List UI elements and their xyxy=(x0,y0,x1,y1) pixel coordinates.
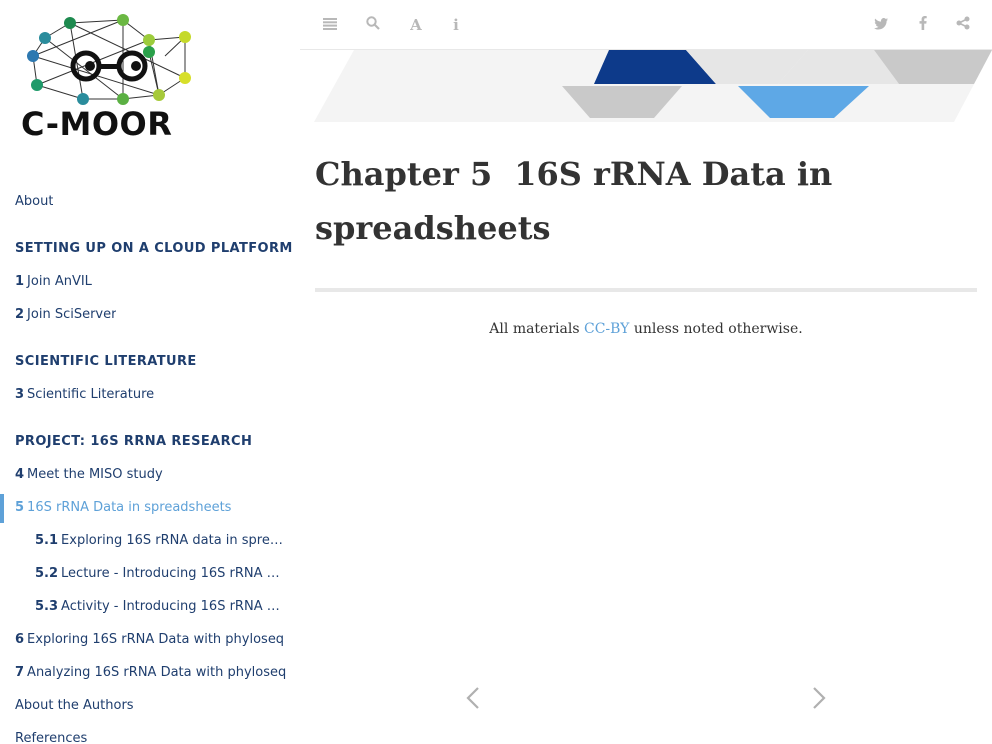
license-prefix: All materials xyxy=(489,321,584,337)
sidebar-item-about-authors[interactable]: About the Authors xyxy=(15,698,134,713)
sidebar-item-number: 4 xyxy=(15,467,25,482)
sidebar-item-label: Lecture - Introducing 16S rRNA Data xyxy=(61,566,285,581)
header-banner-graphic xyxy=(314,50,992,122)
sidebar-subitem-5-1[interactable]: 5.1Exploring 16S rRNA data in spreadshee… xyxy=(35,533,285,548)
sidebar-item-number: 2 xyxy=(15,307,25,322)
sidebar-item-number: 5.1 xyxy=(35,533,59,548)
license-suffix: unless noted otherwise. xyxy=(629,321,803,337)
sidebar-item-references[interactable]: References xyxy=(15,731,87,744)
sidebar-section-header: PROJECT: 16S RRNA RESEARCH xyxy=(15,434,253,449)
sidebar-item-number: 5.2 xyxy=(35,566,59,581)
search-icon[interactable] xyxy=(362,14,384,36)
sidebar-subitem-5-3[interactable]: 5.3 Activity - Introducing 16S rRNA Data xyxy=(35,599,285,614)
sidebar-item-label: Join SciServer xyxy=(27,307,117,322)
license-notice: All materials CC-BY unless noted otherwi… xyxy=(315,321,977,337)
sidebar-item-label: Exploring 16S rRNA data in spreadsheets xyxy=(61,533,285,548)
next-page-arrow-icon[interactable] xyxy=(806,680,836,716)
title-divider xyxy=(315,288,977,292)
sidebar-item-about[interactable]: About xyxy=(15,194,53,209)
sidebar-item-label: Activity - Introducing 16S rRNA Data xyxy=(61,599,285,614)
sidebar-item-label: 16S rRNA Data in spreadsheets xyxy=(27,500,232,515)
license-link[interactable]: CC-BY xyxy=(584,321,629,337)
active-indicator xyxy=(0,494,4,523)
sidebar-section-header: SCIENTIFIC LITERATURE xyxy=(15,354,197,369)
menu-icon[interactable] xyxy=(319,14,341,36)
sidebar-subitem-5-2[interactable]: 5.2 Lecture - Introducing 16S rRNA Data xyxy=(35,566,285,581)
sidebar-item-label: Meet the MISO study xyxy=(27,467,163,482)
sidebar-item-number: 1 xyxy=(15,274,25,289)
sidebar-item-label: Analyzing 16S rRNA Data with phyloseq xyxy=(27,665,287,680)
sidebar-item-meet-miso[interactable]: 4 Meet the MISO study xyxy=(15,467,163,482)
sidebar-item-join-anvil[interactable]: 1 Join AnVIL xyxy=(15,274,92,289)
twitter-icon[interactable] xyxy=(870,14,892,36)
sidebar-item-16s-spreadsheets[interactable]: 5 16S rRNA Data in spreadsheets xyxy=(15,500,231,515)
chapter-number: Chapter 5 xyxy=(315,155,493,193)
sidebar-item-analyzing-phyloseq[interactable]: 7 Analyzing 16S rRNA Data with phyloseq xyxy=(15,665,286,680)
sidebar-item-join-sciserver[interactable]: 2 Join SciServer xyxy=(15,307,116,322)
info-icon[interactable]: i xyxy=(445,14,467,36)
sidebar-item-number: 6 xyxy=(15,632,25,647)
previous-page-arrow-icon[interactable] xyxy=(460,680,490,716)
sidebar-item-scientific-literature[interactable]: 3 Scientific Literature xyxy=(15,387,154,402)
sidebar-item-exploring-phyloseq[interactable]: 6 Exploring 16S rRNA Data with phyloseq xyxy=(15,632,284,647)
facebook-icon[interactable] xyxy=(912,14,934,36)
sidebar-item-number: 5.3 xyxy=(35,599,59,614)
top-toolbar: A i xyxy=(300,0,992,50)
sidebar: C-MOOR About SETTING UP ON A CLOUD PLATF… xyxy=(0,0,300,744)
chapter-title: Chapter 5 16S rRNA Data in spreadsheets xyxy=(315,147,975,255)
share-icon[interactable] xyxy=(952,14,974,36)
sidebar-item-label: Exploring 16S rRNA Data with phyloseq xyxy=(27,632,285,647)
logo-wordmark: C-MOOR xyxy=(21,105,173,143)
sidebar-section-header: SETTING UP ON A CLOUD PLATFORM xyxy=(15,241,293,256)
sidebar-item-number: 3 xyxy=(15,387,25,402)
font-icon[interactable]: A xyxy=(405,14,427,36)
sidebar-item-label: Join AnVIL xyxy=(27,274,92,289)
sidebar-item-number: 5 xyxy=(15,500,25,515)
sidebar-item-number: 7 xyxy=(15,665,25,680)
sidebar-item-label: Scientific Literature xyxy=(27,387,155,402)
